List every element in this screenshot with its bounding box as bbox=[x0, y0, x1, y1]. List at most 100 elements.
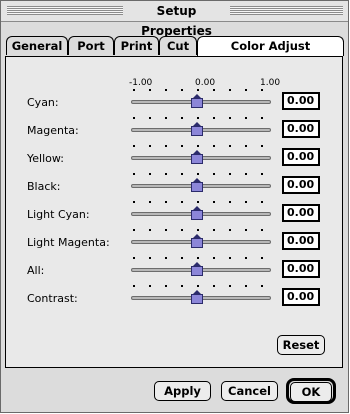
tab-port[interactable]: Port bbox=[68, 36, 114, 55]
slider-thumb[interactable] bbox=[191, 234, 203, 249]
tab-print[interactable]: Print bbox=[114, 36, 159, 55]
tick-mark bbox=[181, 229, 183, 231]
magenta-label: Magenta: bbox=[27, 124, 79, 137]
light-cyan-label: Light Cyan: bbox=[27, 208, 90, 221]
tick-mark bbox=[197, 201, 199, 203]
tick-mark bbox=[213, 145, 215, 147]
tick-mark bbox=[229, 285, 231, 287]
light-magenta-label: Light Magenta: bbox=[27, 236, 110, 249]
tick-mark bbox=[165, 173, 167, 175]
tick-mark bbox=[149, 89, 151, 91]
slider-ticks bbox=[131, 257, 271, 261]
slider-thumb-body bbox=[191, 294, 203, 304]
tick-mark bbox=[197, 257, 199, 259]
tick-mark bbox=[165, 257, 167, 259]
setup-properties-dialog: Setup Properties General Port Print Cut … bbox=[0, 0, 349, 413]
tick-mark bbox=[165, 201, 167, 203]
cancel-button[interactable]: Cancel bbox=[221, 381, 278, 401]
slider-thumb[interactable] bbox=[191, 262, 203, 277]
tick-mark bbox=[165, 145, 167, 147]
black-slider[interactable] bbox=[131, 173, 271, 195]
tick-mark bbox=[197, 145, 199, 147]
slider-thumb[interactable] bbox=[191, 122, 203, 137]
tick-mark bbox=[213, 229, 215, 231]
slider-thumb[interactable] bbox=[191, 206, 203, 221]
tick-mark bbox=[197, 173, 199, 175]
tick-mark bbox=[245, 117, 247, 119]
tick-mark bbox=[261, 145, 263, 147]
tick-mark bbox=[149, 285, 151, 287]
slider-thumb[interactable] bbox=[191, 150, 203, 165]
magenta-value-field[interactable]: 0.00 bbox=[282, 120, 320, 138]
tick-mark bbox=[133, 173, 135, 175]
tick-mark bbox=[245, 257, 247, 259]
tick-mark bbox=[261, 285, 263, 287]
tick-mark bbox=[245, 173, 247, 175]
title-bar-stripes bbox=[230, 6, 343, 15]
tick-mark bbox=[229, 173, 231, 175]
tab-color-adjust[interactable]: Color Adjust bbox=[197, 36, 344, 56]
title-bar-stripes bbox=[7, 6, 123, 15]
contrast-value-field[interactable]: 0.00 bbox=[282, 288, 320, 306]
scale-label-min: -1.00 bbox=[129, 78, 153, 88]
tick-mark bbox=[133, 117, 135, 119]
slider-ticks bbox=[131, 229, 271, 233]
tick-mark bbox=[245, 89, 247, 91]
slider-thumb[interactable] bbox=[191, 178, 203, 193]
tick-mark bbox=[261, 89, 263, 91]
slider-thumb[interactable] bbox=[191, 290, 203, 305]
slider-ticks bbox=[131, 145, 271, 149]
tick-mark bbox=[197, 229, 199, 231]
yellow-slider[interactable] bbox=[131, 145, 271, 167]
tick-mark bbox=[197, 285, 199, 287]
light-magenta-value-field[interactable]: 0.00 bbox=[282, 232, 320, 250]
tick-mark bbox=[149, 145, 151, 147]
slider-ticks bbox=[131, 285, 271, 289]
tick-mark bbox=[229, 257, 231, 259]
light-cyan-value-field[interactable]: 0.00 bbox=[282, 204, 320, 222]
tick-mark bbox=[213, 201, 215, 203]
tick-mark bbox=[149, 257, 151, 259]
light-cyan-slider[interactable] bbox=[131, 201, 271, 223]
tick-mark bbox=[149, 117, 151, 119]
cyan-slider[interactable] bbox=[131, 89, 271, 111]
tick-mark bbox=[261, 201, 263, 203]
slider-thumb[interactable] bbox=[191, 94, 203, 109]
all-slider[interactable] bbox=[131, 257, 271, 279]
slider-thumb-body bbox=[191, 238, 203, 248]
tick-mark bbox=[245, 285, 247, 287]
tick-mark bbox=[245, 201, 247, 203]
contrast-slider[interactable] bbox=[131, 285, 271, 307]
cyan-value-field[interactable]: 0.00 bbox=[282, 92, 320, 110]
light-magenta-slider[interactable] bbox=[131, 229, 271, 251]
black-value-field[interactable]: 0.00 bbox=[282, 176, 320, 194]
cyan-label: Cyan: bbox=[27, 96, 59, 109]
slider-ticks bbox=[131, 173, 271, 177]
all-value-field[interactable]: 0.00 bbox=[282, 260, 320, 278]
tick-mark bbox=[165, 229, 167, 231]
tick-mark bbox=[149, 201, 151, 203]
tick-mark bbox=[245, 229, 247, 231]
tick-mark bbox=[261, 257, 263, 259]
reset-button[interactable]: Reset bbox=[277, 335, 325, 355]
slider-ticks bbox=[131, 201, 271, 205]
magenta-slider[interactable] bbox=[131, 117, 271, 139]
slider-thumb-body bbox=[191, 210, 203, 220]
ok-button[interactable]: OK bbox=[290, 382, 332, 402]
scale-label-max: 1.00 bbox=[260, 78, 281, 88]
tick-mark bbox=[181, 201, 183, 203]
tick-mark bbox=[213, 173, 215, 175]
tick-mark bbox=[261, 117, 263, 119]
tick-mark bbox=[165, 89, 167, 91]
tick-mark bbox=[229, 201, 231, 203]
tab-cut[interactable]: Cut bbox=[159, 36, 197, 55]
title-bar[interactable]: Setup Properties bbox=[1, 1, 348, 38]
tick-mark bbox=[181, 257, 183, 259]
tab-general[interactable]: General bbox=[6, 36, 68, 55]
slider-thumb-body bbox=[191, 154, 203, 164]
slider-thumb-body bbox=[191, 266, 203, 276]
tick-mark bbox=[165, 285, 167, 287]
apply-button[interactable]: Apply bbox=[154, 381, 211, 401]
yellow-value-field[interactable]: 0.00 bbox=[282, 148, 320, 166]
all-label: All: bbox=[27, 264, 45, 277]
